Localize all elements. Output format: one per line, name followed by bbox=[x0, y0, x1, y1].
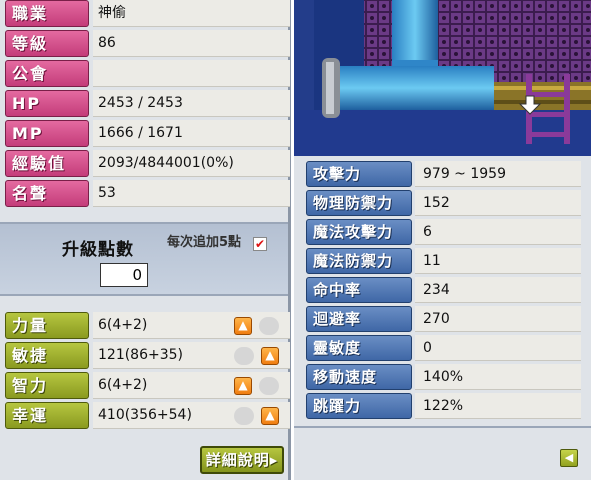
guild-value bbox=[93, 60, 290, 87]
ability-points-section: 升級點數 0 每次追加5點 ✔ bbox=[0, 222, 288, 296]
panel-divider bbox=[294, 426, 591, 428]
str-down-slot bbox=[259, 317, 279, 335]
detail-row-hands: 靈敏度 0 bbox=[294, 335, 591, 361]
int-up-icon[interactable]: ▲ bbox=[234, 377, 252, 395]
game-scene-background bbox=[294, 0, 591, 156]
accuracy-value: 234 bbox=[415, 277, 581, 303]
arrow-left-icon[interactable]: ◀ bbox=[560, 449, 578, 467]
dex-up-icon[interactable]: ▲ bbox=[261, 347, 279, 365]
luk-down-slot bbox=[234, 407, 254, 425]
int-down-slot bbox=[259, 377, 279, 395]
character-info-panel: 職業 神偷 等級 86 公會 HP 2453 / 2453 MP 1666 / … bbox=[0, 0, 291, 480]
magic-def-value: 11 bbox=[415, 248, 581, 274]
hands-value: 0 bbox=[415, 335, 581, 361]
luk-label: 幸運 bbox=[5, 402, 89, 429]
scene-artwork bbox=[294, 0, 591, 156]
job-value: 神偷 bbox=[93, 0, 290, 27]
detail-row-magic-atk: 魔法攻擊力 6 bbox=[294, 219, 591, 245]
detail-row-speed: 移動速度 140% bbox=[294, 364, 591, 390]
mp-label: MP bbox=[5, 120, 89, 147]
detail-row-attack: 攻擊力 979 ~ 1959 bbox=[294, 161, 591, 187]
attack-label: 攻擊力 bbox=[306, 161, 412, 187]
magic-atk-value: 6 bbox=[415, 219, 581, 245]
accuracy-label: 命中率 bbox=[306, 277, 412, 303]
jump-label: 跳躍力 bbox=[306, 393, 412, 419]
exp-value: 2093/4844001(0%) bbox=[93, 150, 290, 177]
exp-label: 經驗值 bbox=[5, 150, 89, 177]
luk-up-icon[interactable]: ▲ bbox=[261, 407, 279, 425]
detail-stats-panel: 攻擊力 979 ~ 1959 物理防禦力 152 魔法攻擊力 6 魔法防禦力 1… bbox=[294, 156, 591, 480]
magic-def-label: 魔法防禦力 bbox=[306, 248, 412, 274]
int-label: 智力 bbox=[5, 372, 89, 399]
ability-points-title: 升級點數 bbox=[62, 240, 134, 260]
auto-assign-checkbox[interactable]: ✔ bbox=[253, 237, 267, 251]
avoid-label: 迴避率 bbox=[306, 306, 412, 332]
ability-points-value: 0 bbox=[100, 263, 148, 287]
job-label: 職業 bbox=[5, 0, 89, 27]
hp-label: HP bbox=[5, 90, 89, 117]
phys-def-label: 物理防禦力 bbox=[306, 190, 412, 216]
detail-button[interactable]: 詳細說明▸ bbox=[200, 446, 284, 474]
detail-row-phys-def: 物理防禦力 152 bbox=[294, 190, 591, 216]
str-label: 力量 bbox=[5, 312, 89, 339]
fame-value: 53 bbox=[93, 180, 290, 207]
detail-row-avoid: 迴避率 270 bbox=[294, 306, 591, 332]
mp-value: 1666 / 1671 bbox=[93, 120, 290, 147]
magic-atk-label: 魔法攻擊力 bbox=[306, 219, 412, 245]
level-value: 86 bbox=[93, 30, 290, 57]
detail-row-jump: 跳躍力 122% bbox=[294, 393, 591, 419]
guild-label: 公會 bbox=[5, 60, 89, 87]
speed-label: 移動速度 bbox=[306, 364, 412, 390]
attack-value: 979 ~ 1959 bbox=[415, 161, 581, 187]
str-up-icon[interactable]: ▲ bbox=[234, 317, 252, 335]
phys-def-value: 152 bbox=[415, 190, 581, 216]
jump-value: 122% bbox=[415, 393, 581, 419]
dex-down-slot bbox=[234, 347, 254, 365]
detail-row-accuracy: 命中率 234 bbox=[294, 277, 591, 303]
hp-value: 2453 / 2453 bbox=[93, 90, 290, 117]
auto-assign-note: 每次追加5點 bbox=[166, 235, 242, 250]
detail-row-magic-def: 魔法防禦力 11 bbox=[294, 248, 591, 274]
fame-label: 名聲 bbox=[5, 180, 89, 207]
speed-value: 140% bbox=[415, 364, 581, 390]
dex-label: 敏捷 bbox=[5, 342, 89, 369]
hands-label: 靈敏度 bbox=[306, 335, 412, 361]
level-label: 等級 bbox=[5, 30, 89, 57]
avoid-value: 270 bbox=[415, 306, 581, 332]
